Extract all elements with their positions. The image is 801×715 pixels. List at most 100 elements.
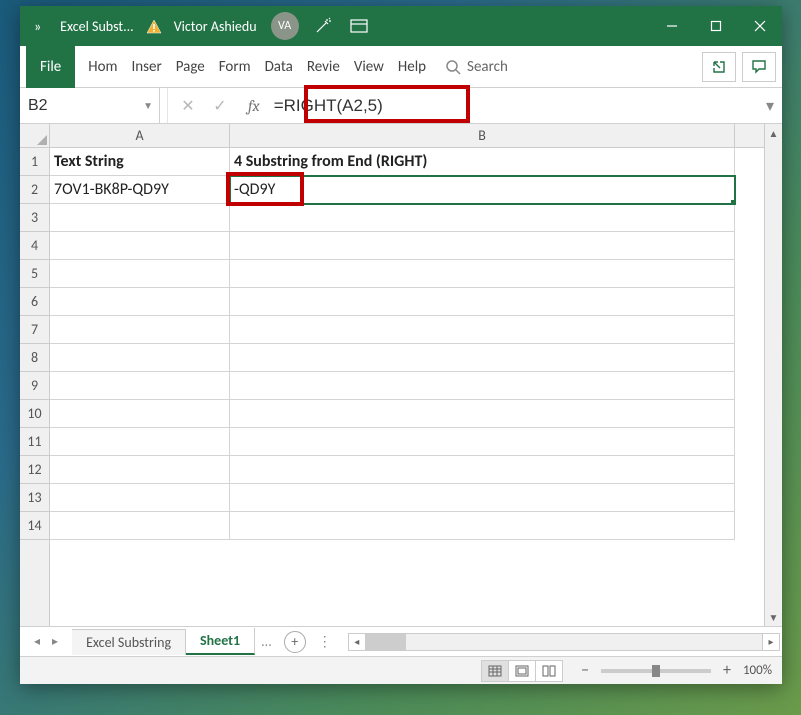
cell-B13[interactable] — [230, 484, 735, 512]
select-all-corner[interactable] — [20, 124, 49, 148]
zoom-out-button[interactable]: − — [577, 661, 593, 680]
enter-icon[interactable]: ✓ — [204, 88, 236, 124]
titlebar-more[interactable]: » — [20, 18, 56, 35]
row-header-8[interactable]: 8 — [20, 344, 49, 372]
row-header-7[interactable]: 7 — [20, 316, 49, 344]
cell-B11[interactable] — [230, 428, 735, 456]
col-header-A[interactable]: A — [50, 124, 230, 147]
cell-A14[interactable] — [50, 512, 230, 540]
cell-A2[interactable]: 7OV1-BK8P-QD9Y — [50, 176, 230, 204]
cell-A9[interactable] — [50, 372, 230, 400]
formula-expand-icon[interactable]: ▾ — [758, 88, 782, 123]
close-button[interactable] — [738, 6, 782, 46]
scroll-left-icon[interactable]: ◂ — [348, 633, 366, 651]
tab-help[interactable]: Help — [391, 46, 433, 88]
sheet-options-icon[interactable]: ⋮ — [312, 633, 338, 650]
cell-A13[interactable] — [50, 484, 230, 512]
row-header-11[interactable]: 11 — [20, 428, 49, 456]
comments-button[interactable] — [742, 52, 776, 82]
zoom-thumb[interactable] — [652, 665, 660, 677]
tab-file[interactable]: File — [26, 46, 75, 88]
share-button[interactable] — [702, 52, 736, 82]
vertical-scrollbar[interactable]: ▲ ▼ — [764, 124, 782, 626]
row-header-1[interactable]: 1 — [20, 148, 49, 176]
cell-A11[interactable] — [50, 428, 230, 456]
tab-view[interactable]: View — [347, 46, 391, 88]
user-name[interactable]: Victor Ashiedu — [166, 18, 265, 35]
cell-B1[interactable]: 4 Substring from End (RIGHT) — [230, 148, 735, 176]
name-box-dropdown-icon[interactable]: ▼ — [143, 99, 153, 112]
view-page-layout-icon[interactable] — [508, 660, 536, 682]
cell-B2[interactable]: -QD9Y — [230, 176, 735, 204]
sheet-prev-icon[interactable]: ◂ — [28, 634, 46, 649]
cell-B6[interactable] — [230, 288, 735, 316]
view-normal-icon[interactable] — [481, 660, 509, 682]
cell-A1[interactable]: Text String — [50, 148, 230, 176]
search-placeholder: Search — [467, 58, 508, 76]
cell-A10[interactable] — [50, 400, 230, 428]
h-scroll-thumb[interactable] — [366, 634, 406, 650]
maximize-button[interactable] — [694, 6, 738, 46]
sheet-next-icon[interactable]: ▸ — [46, 634, 64, 649]
autosave-warning-icon[interactable] — [142, 17, 166, 35]
cell-B14[interactable] — [230, 512, 735, 540]
document-title: Excel Subst... — [56, 18, 142, 35]
row-header-3[interactable]: 3 — [20, 204, 49, 232]
zoom-in-button[interactable]: + — [719, 661, 735, 680]
tab-review[interactable]: Revie — [300, 46, 347, 88]
cell-A4[interactable] — [50, 232, 230, 260]
cell-B4[interactable] — [230, 232, 735, 260]
cell-A7[interactable] — [50, 316, 230, 344]
row-header-10[interactable]: 10 — [20, 400, 49, 428]
tab-insert[interactable]: Inser — [125, 46, 169, 88]
row-header-6[interactable]: 6 — [20, 288, 49, 316]
row-header-5[interactable]: 5 — [20, 260, 49, 288]
cell-B10[interactable] — [230, 400, 735, 428]
minimize-button[interactable] — [650, 6, 694, 46]
tab-formulas[interactable]: Form — [212, 46, 258, 88]
sheet-tab-excel-substring[interactable]: Excel Substring — [72, 629, 186, 655]
row-header-14[interactable]: 14 — [20, 512, 49, 540]
row-header-4[interactable]: 4 — [20, 232, 49, 260]
ribbon-mode-icon[interactable] — [341, 6, 377, 46]
tab-home[interactable]: Hom — [81, 46, 124, 88]
zoom-value[interactable]: 100% — [743, 663, 772, 678]
avatar[interactable]: VA — [271, 12, 299, 40]
view-page-break-icon[interactable] — [535, 660, 563, 682]
scroll-right-icon[interactable]: ▸ — [762, 633, 780, 651]
col-header-B[interactable]: B — [230, 124, 735, 147]
cell-B12[interactable] — [230, 456, 735, 484]
statusbar: − + 100% — [20, 656, 782, 684]
tab-page-layout[interactable]: Page — [169, 46, 212, 88]
sheet-overflow[interactable]: ... — [255, 633, 278, 650]
magic-icon[interactable] — [305, 6, 341, 46]
sheet-tab-sheet1[interactable]: Sheet1 — [186, 628, 255, 655]
cells: Text String 4 Substring from End (RIGHT)… — [50, 148, 764, 540]
row-header-13[interactable]: 13 — [20, 484, 49, 512]
scroll-up-icon[interactable]: ▲ — [765, 124, 782, 142]
cancel-icon[interactable]: ✕ — [172, 88, 204, 124]
cell-A3[interactable] — [50, 204, 230, 232]
cell-B9[interactable] — [230, 372, 735, 400]
row-header-2[interactable]: 2 — [20, 176, 49, 204]
cell-B5[interactable] — [230, 260, 735, 288]
zoom-slider[interactable] — [601, 669, 711, 673]
cell-A5[interactable] — [50, 260, 230, 288]
cell-A8[interactable] — [50, 344, 230, 372]
cell-B3[interactable] — [230, 204, 735, 232]
name-box[interactable] — [28, 97, 118, 115]
row-header-12[interactable]: 12 — [20, 456, 49, 484]
formula-input[interactable] — [274, 96, 752, 116]
cell-B7[interactable] — [230, 316, 735, 344]
row-header-9[interactable]: 9 — [20, 372, 49, 400]
search-box[interactable]: Search — [445, 58, 508, 76]
sheet-add-button[interactable]: + — [284, 631, 306, 653]
cell-B8[interactable] — [230, 344, 735, 372]
horizontal-scrollbar[interactable]: ◂ ▸ — [346, 633, 782, 651]
scroll-down-icon[interactable]: ▼ — [765, 608, 782, 626]
ribbon: File Hom Inser Page Form Data Revie View… — [20, 46, 782, 88]
tab-data[interactable]: Data — [258, 46, 300, 88]
fx-icon[interactable]: fx — [240, 88, 268, 123]
cell-A12[interactable] — [50, 456, 230, 484]
cell-A6[interactable] — [50, 288, 230, 316]
